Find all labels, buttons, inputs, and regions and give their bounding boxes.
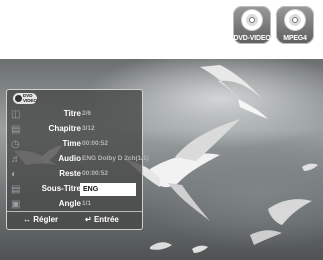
disc-icon xyxy=(241,9,263,31)
menu-row-chapitre[interactable]: ▤ Chapitre 3/12 xyxy=(7,122,142,137)
info-menu: DVD VIDEO ◫ Titre 2/6 ▤ Chapitre 3/12 ◷ … xyxy=(6,89,149,230)
disc-icon xyxy=(15,95,22,102)
enter-hint: ↵ Entrée xyxy=(85,215,119,224)
menu-footer: ↔ Régler ↵ Entrée xyxy=(7,211,142,228)
dvd-video-badge: DVD-VIDEO xyxy=(233,6,271,44)
badge-label: MPEG4 xyxy=(283,35,307,42)
enter-icon: ↵ xyxy=(85,215,92,224)
dvd-video-logo: DVD VIDEO xyxy=(13,93,37,104)
mpeg4-badge: MPEG4 xyxy=(276,6,314,44)
time-icon: ◷ xyxy=(11,139,20,150)
adjust-hint: ↔ Régler xyxy=(23,215,59,224)
menu-row-angle[interactable]: ▣ Angle 1/1 xyxy=(7,197,142,212)
title-icon: ◫ xyxy=(11,109,21,120)
menu-row-titre[interactable]: ◫ Titre 2/6 xyxy=(7,107,142,122)
menu-row-audio[interactable]: ♬ Audio ENG Dolby D 2ch(1/1) xyxy=(7,152,149,167)
audio-icon: ♬ xyxy=(11,154,21,165)
badge-label: DVD-VIDEO xyxy=(233,35,271,42)
left-right-arrows-icon: ↔ xyxy=(23,215,31,224)
chapter-icon: ▤ xyxy=(11,124,21,135)
angle-icon: ▣ xyxy=(11,199,21,210)
menu-row-sous-titre[interactable]: ▤ Sous-Titre ENG xyxy=(7,182,142,197)
subtitle-icon: ▤ xyxy=(11,184,21,195)
menu-row-time[interactable]: ◷ Time 00:00:52 xyxy=(7,137,142,152)
menu-row-reste[interactable]: ◐ Reste 00:00:52 xyxy=(7,167,142,182)
disc-icon xyxy=(284,9,306,31)
remaining-icon: ◐ xyxy=(11,169,18,180)
